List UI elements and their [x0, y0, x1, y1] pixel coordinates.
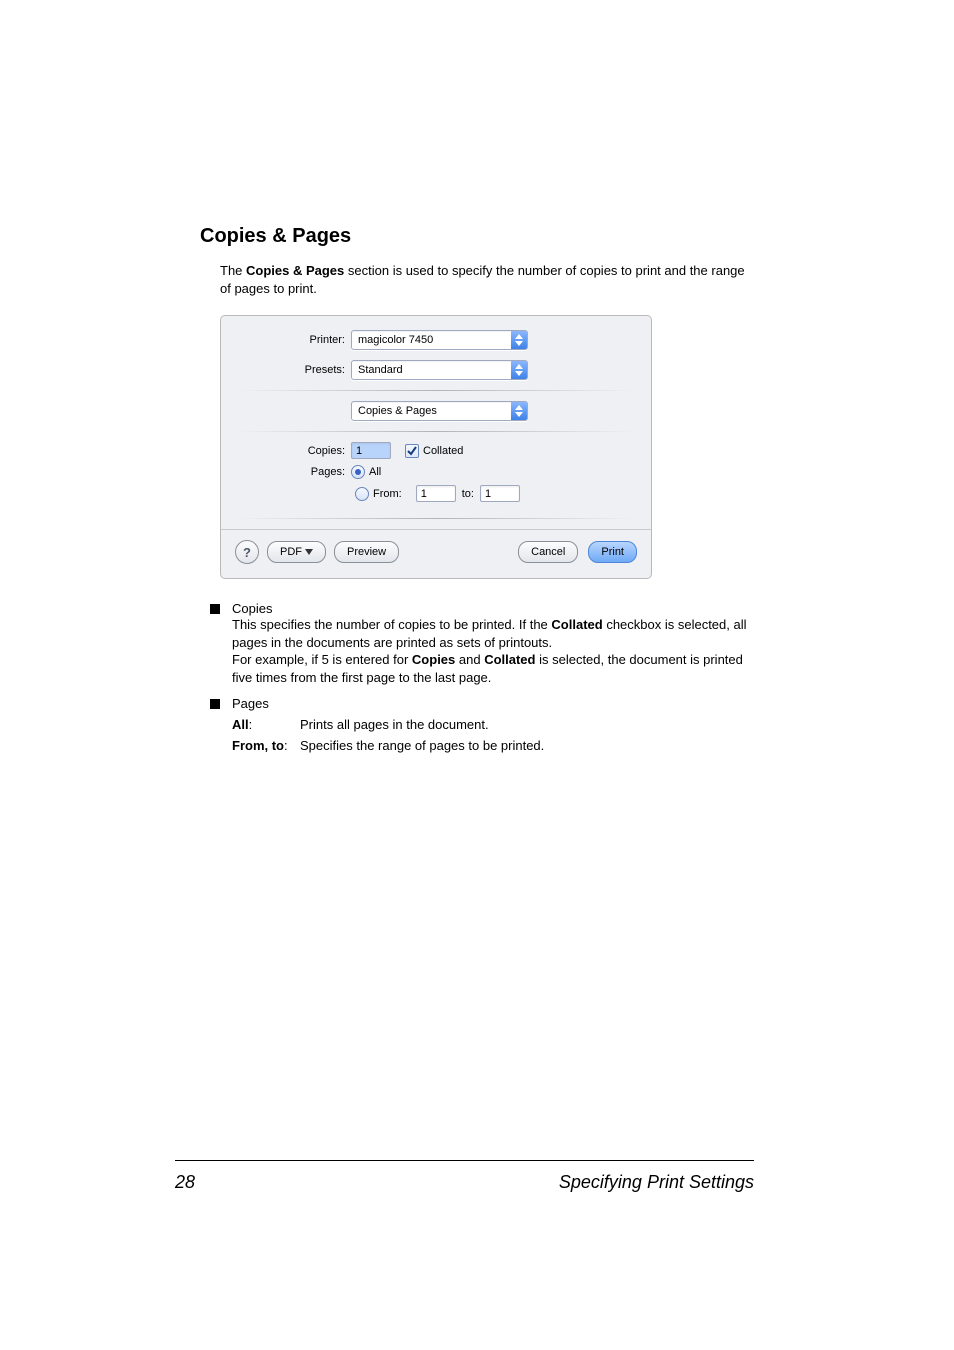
intro-paragraph: The Copies & Pages section is used to sp… [220, 262, 754, 297]
updown-arrows-icon [511, 402, 527, 420]
to-label: to: [462, 488, 474, 500]
pages-fromto-row: From, to: Specifies the range of pages t… [232, 738, 754, 753]
preview-button-label: Preview [347, 546, 386, 558]
txt: Collated [484, 652, 535, 667]
all-key: All [232, 717, 249, 732]
pdf-button-label: PDF [280, 546, 302, 558]
fromto-key: From, to [232, 738, 284, 753]
pages-from-label: From: [373, 488, 402, 500]
updown-arrows-icon [511, 361, 527, 379]
txt: Copies [412, 652, 455, 667]
cancel-button[interactable]: Cancel [518, 541, 578, 563]
print-button[interactable]: Print [588, 541, 637, 563]
txt: Collated [551, 617, 602, 632]
cancel-button-label: Cancel [531, 546, 565, 558]
radio-selected-icon [351, 465, 365, 479]
help-button[interactable]: ? [235, 540, 259, 564]
printer-label: Printer: [237, 334, 351, 346]
footer-title: Specifying Print Settings [559, 1172, 754, 1193]
triangle-down-icon [305, 546, 313, 558]
txt: and [455, 652, 484, 667]
txt: For example, if 5 is entered for [232, 652, 412, 667]
pages-all-row: All: Prints all pages in the document. [232, 717, 754, 732]
radio-unselected-icon [355, 487, 369, 501]
presets-select[interactable]: Standard [351, 360, 528, 380]
print-button-label: Print [601, 546, 624, 558]
section-heading: Copies & Pages [200, 225, 754, 248]
panel-select-value: Copies & Pages [352, 405, 511, 417]
print-dialog: Printer: magicolor 7450 Presets: Standar… [220, 315, 652, 579]
updown-arrows-icon [511, 331, 527, 349]
pages-item-heading: Pages [232, 696, 269, 711]
intro-text-pre: The [220, 263, 246, 278]
copies-description-1: This specifies the number of copies to b… [232, 616, 754, 651]
copies-input[interactable] [351, 442, 391, 459]
pages-all-label: All [369, 466, 381, 478]
pages-label: Pages: [237, 466, 351, 478]
presets-label: Presets: [237, 364, 351, 376]
pages-from-radio[interactable]: From: [355, 487, 402, 501]
page-number: 28 [175, 1172, 195, 1193]
presets-select-value: Standard [352, 364, 511, 376]
printer-select[interactable]: magicolor 7450 [351, 330, 528, 350]
panel-select[interactable]: Copies & Pages [351, 401, 528, 421]
checkbox-checked-icon [405, 444, 419, 458]
collated-checkbox[interactable]: Collated [405, 444, 463, 458]
copies-label: Copies: [237, 445, 351, 457]
copies-item-heading: Copies [232, 601, 272, 616]
all-desc: Prints all pages in the document. [300, 717, 489, 732]
to-input[interactable] [480, 485, 520, 502]
from-input[interactable] [416, 485, 456, 502]
intro-text-bold: Copies & Pages [246, 263, 344, 278]
question-mark-icon: ? [243, 545, 251, 560]
fromto-desc: Specifies the range of pages to be print… [300, 738, 544, 753]
footer-divider [175, 1160, 754, 1161]
printer-select-value: magicolor 7450 [352, 334, 511, 346]
collated-label: Collated [423, 445, 463, 457]
preview-button[interactable]: Preview [334, 541, 399, 563]
txt: This specifies the number of copies to b… [232, 617, 551, 632]
pages-all-radio[interactable]: All [351, 465, 381, 479]
copies-description-2: For example, if 5 is entered for Copies … [232, 651, 754, 686]
pdf-button[interactable]: PDF [267, 541, 326, 563]
